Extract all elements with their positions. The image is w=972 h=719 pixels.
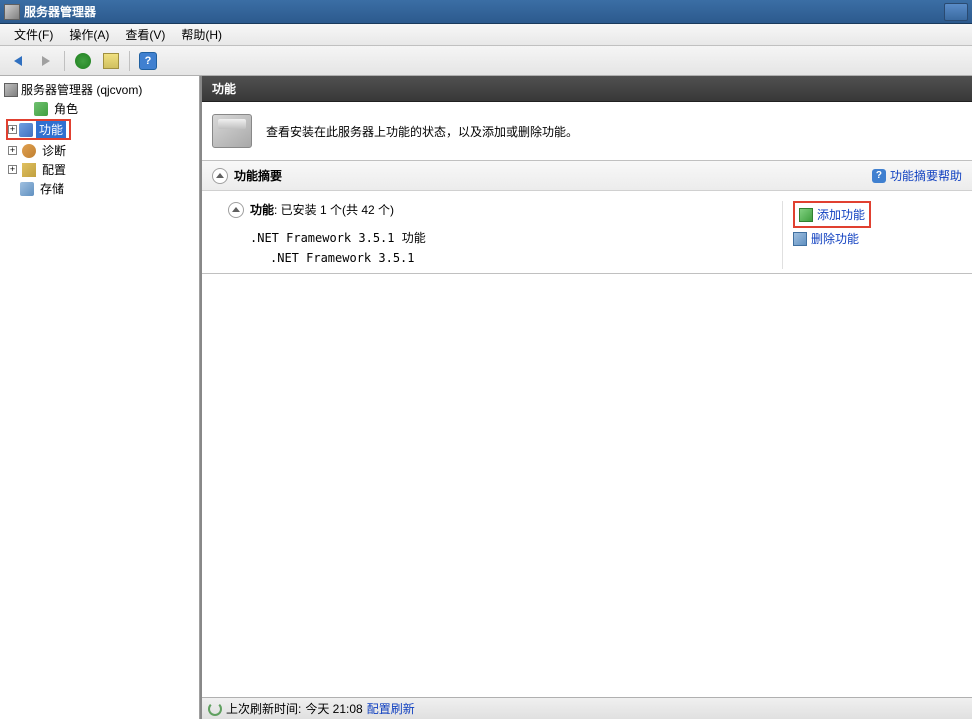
summary-header: 功能摘要 ? 功能摘要帮助 bbox=[202, 161, 972, 191]
export-icon bbox=[103, 53, 119, 69]
tree-item-diagnostics[interactable]: + 诊断 bbox=[2, 141, 197, 160]
window-titlebar: 服务器管理器 bbox=[0, 0, 972, 24]
menu-action[interactable]: 操作(A) bbox=[61, 24, 117, 45]
summary-help-link-label: 功能摘要帮助 bbox=[890, 167, 962, 184]
features-count-row: 功能 : 已安装 1 个(共 42 个) bbox=[228, 201, 782, 218]
navigation-tree: 服务器管理器 (qjcvom) 角色 + 功能 + 诊断 + 配置 存储 bbox=[0, 76, 200, 719]
help-icon: ? bbox=[872, 169, 886, 183]
expander-icon[interactable]: + bbox=[8, 146, 17, 155]
menu-bar: 文件(F) 操作(A) 查看(V) 帮助(H) bbox=[0, 24, 972, 46]
help-icon: ? bbox=[139, 52, 157, 70]
add-features-label: 添加功能 bbox=[817, 206, 865, 223]
refresh-icon bbox=[75, 53, 91, 69]
configure-refresh-link[interactable]: 配置刷新 bbox=[367, 700, 415, 717]
export-button[interactable] bbox=[99, 49, 123, 73]
storage-icon bbox=[20, 182, 34, 196]
app-icon bbox=[4, 4, 20, 20]
content-description-text: 查看安装在此服务器上功能的状态，以及添加或删除功能。 bbox=[266, 123, 578, 140]
expander-placeholder bbox=[20, 104, 29, 113]
content-panel: 功能 查看安装在此服务器上功能的状态，以及添加或删除功能。 功能摘要 ? 功能摘… bbox=[200, 76, 972, 719]
toolbox-icon bbox=[212, 114, 252, 148]
menu-file[interactable]: 文件(F) bbox=[6, 24, 61, 45]
installed-features-list: .NET Framework 3.5.1 功能 .NET Framework 3… bbox=[228, 228, 782, 269]
toolbar-separator bbox=[64, 51, 65, 71]
tree-label-roles: 角色 bbox=[54, 100, 78, 117]
window-title: 服务器管理器 bbox=[24, 3, 944, 20]
diagnostics-icon bbox=[22, 144, 36, 158]
add-icon bbox=[799, 208, 813, 222]
summary-help-link[interactable]: ? 功能摘要帮助 bbox=[872, 167, 962, 184]
roles-icon bbox=[34, 102, 48, 116]
remove-features-label: 删除功能 bbox=[811, 230, 859, 247]
tree-item-storage[interactable]: 存储 bbox=[2, 179, 197, 198]
tree-item-configuration[interactable]: + 配置 bbox=[2, 160, 197, 179]
blank-content-area bbox=[202, 274, 972, 697]
expander-icon[interactable]: + bbox=[8, 165, 17, 174]
content-header: 功能 bbox=[202, 76, 972, 102]
summary-title: 功能摘要 bbox=[234, 167, 872, 184]
arrow-right-icon bbox=[42, 56, 50, 66]
add-features-link[interactable]: 添加功能 bbox=[799, 204, 865, 225]
menu-help[interactable]: 帮助(H) bbox=[173, 24, 230, 45]
collapse-button[interactable] bbox=[228, 202, 244, 218]
main-area: 服务器管理器 (qjcvom) 角色 + 功能 + 诊断 + 配置 存储 bbox=[0, 76, 972, 719]
content-header-title: 功能 bbox=[212, 80, 236, 97]
feature-item: .NET Framework 3.5.1 功能 bbox=[250, 228, 782, 248]
chevron-up-icon bbox=[216, 173, 224, 178]
tree-root-label: 服务器管理器 (qjcvom) bbox=[21, 81, 142, 98]
toolbar: ? bbox=[0, 46, 972, 76]
feature-actions: 添加功能 删除功能 bbox=[782, 201, 962, 269]
menu-view[interactable]: 查看(V) bbox=[117, 24, 173, 45]
features-subsection: 功能 : 已安装 1 个(共 42 个) .NET Framework 3.5.… bbox=[202, 191, 972, 273]
last-refresh-label: 上次刷新时间: bbox=[226, 700, 301, 717]
features-icon bbox=[19, 123, 33, 137]
tree-item-roles[interactable]: 角色 bbox=[2, 99, 197, 118]
expander-icon[interactable]: + bbox=[8, 125, 17, 134]
remove-icon bbox=[793, 232, 807, 246]
toolbar-separator bbox=[129, 51, 130, 71]
features-installed-count: : 已安装 1 个(共 42 个) bbox=[274, 201, 394, 218]
tree-label-storage: 存储 bbox=[40, 180, 64, 197]
tree-label-diagnostics: 诊断 bbox=[42, 142, 66, 159]
collapse-button[interactable] bbox=[212, 168, 228, 184]
remove-features-link[interactable]: 删除功能 bbox=[793, 228, 962, 249]
feature-subitem: .NET Framework 3.5.1 bbox=[250, 248, 782, 268]
tree-item-features[interactable]: + 功能 bbox=[2, 118, 197, 141]
chevron-up-icon bbox=[232, 207, 240, 212]
features-label: 功能 bbox=[250, 201, 274, 218]
arrow-left-icon bbox=[14, 56, 22, 66]
configuration-icon bbox=[22, 163, 36, 177]
last-refresh-time: 今天 21:08 bbox=[305, 700, 362, 717]
features-summary-section: 功能摘要 ? 功能摘要帮助 功能 : 已安装 1 个(共 42 个) bbox=[202, 161, 972, 274]
content-description-row: 查看安装在此服务器上功能的状态，以及添加或删除功能。 bbox=[202, 102, 972, 161]
help-button[interactable]: ? bbox=[136, 49, 160, 73]
tree-label-configuration: 配置 bbox=[42, 161, 66, 178]
tree-root-server-manager[interactable]: 服务器管理器 (qjcvom) bbox=[2, 80, 197, 99]
minimize-button[interactable] bbox=[944, 3, 968, 21]
nav-forward-button[interactable] bbox=[34, 49, 58, 73]
server-icon bbox=[4, 83, 18, 97]
refresh-status-icon bbox=[208, 702, 222, 716]
refresh-button[interactable] bbox=[71, 49, 95, 73]
nav-back-button[interactable] bbox=[6, 49, 30, 73]
tree-label-features: 功能 bbox=[36, 121, 66, 138]
status-bar: 上次刷新时间: 今天 21:08 配置刷新 bbox=[202, 697, 972, 719]
